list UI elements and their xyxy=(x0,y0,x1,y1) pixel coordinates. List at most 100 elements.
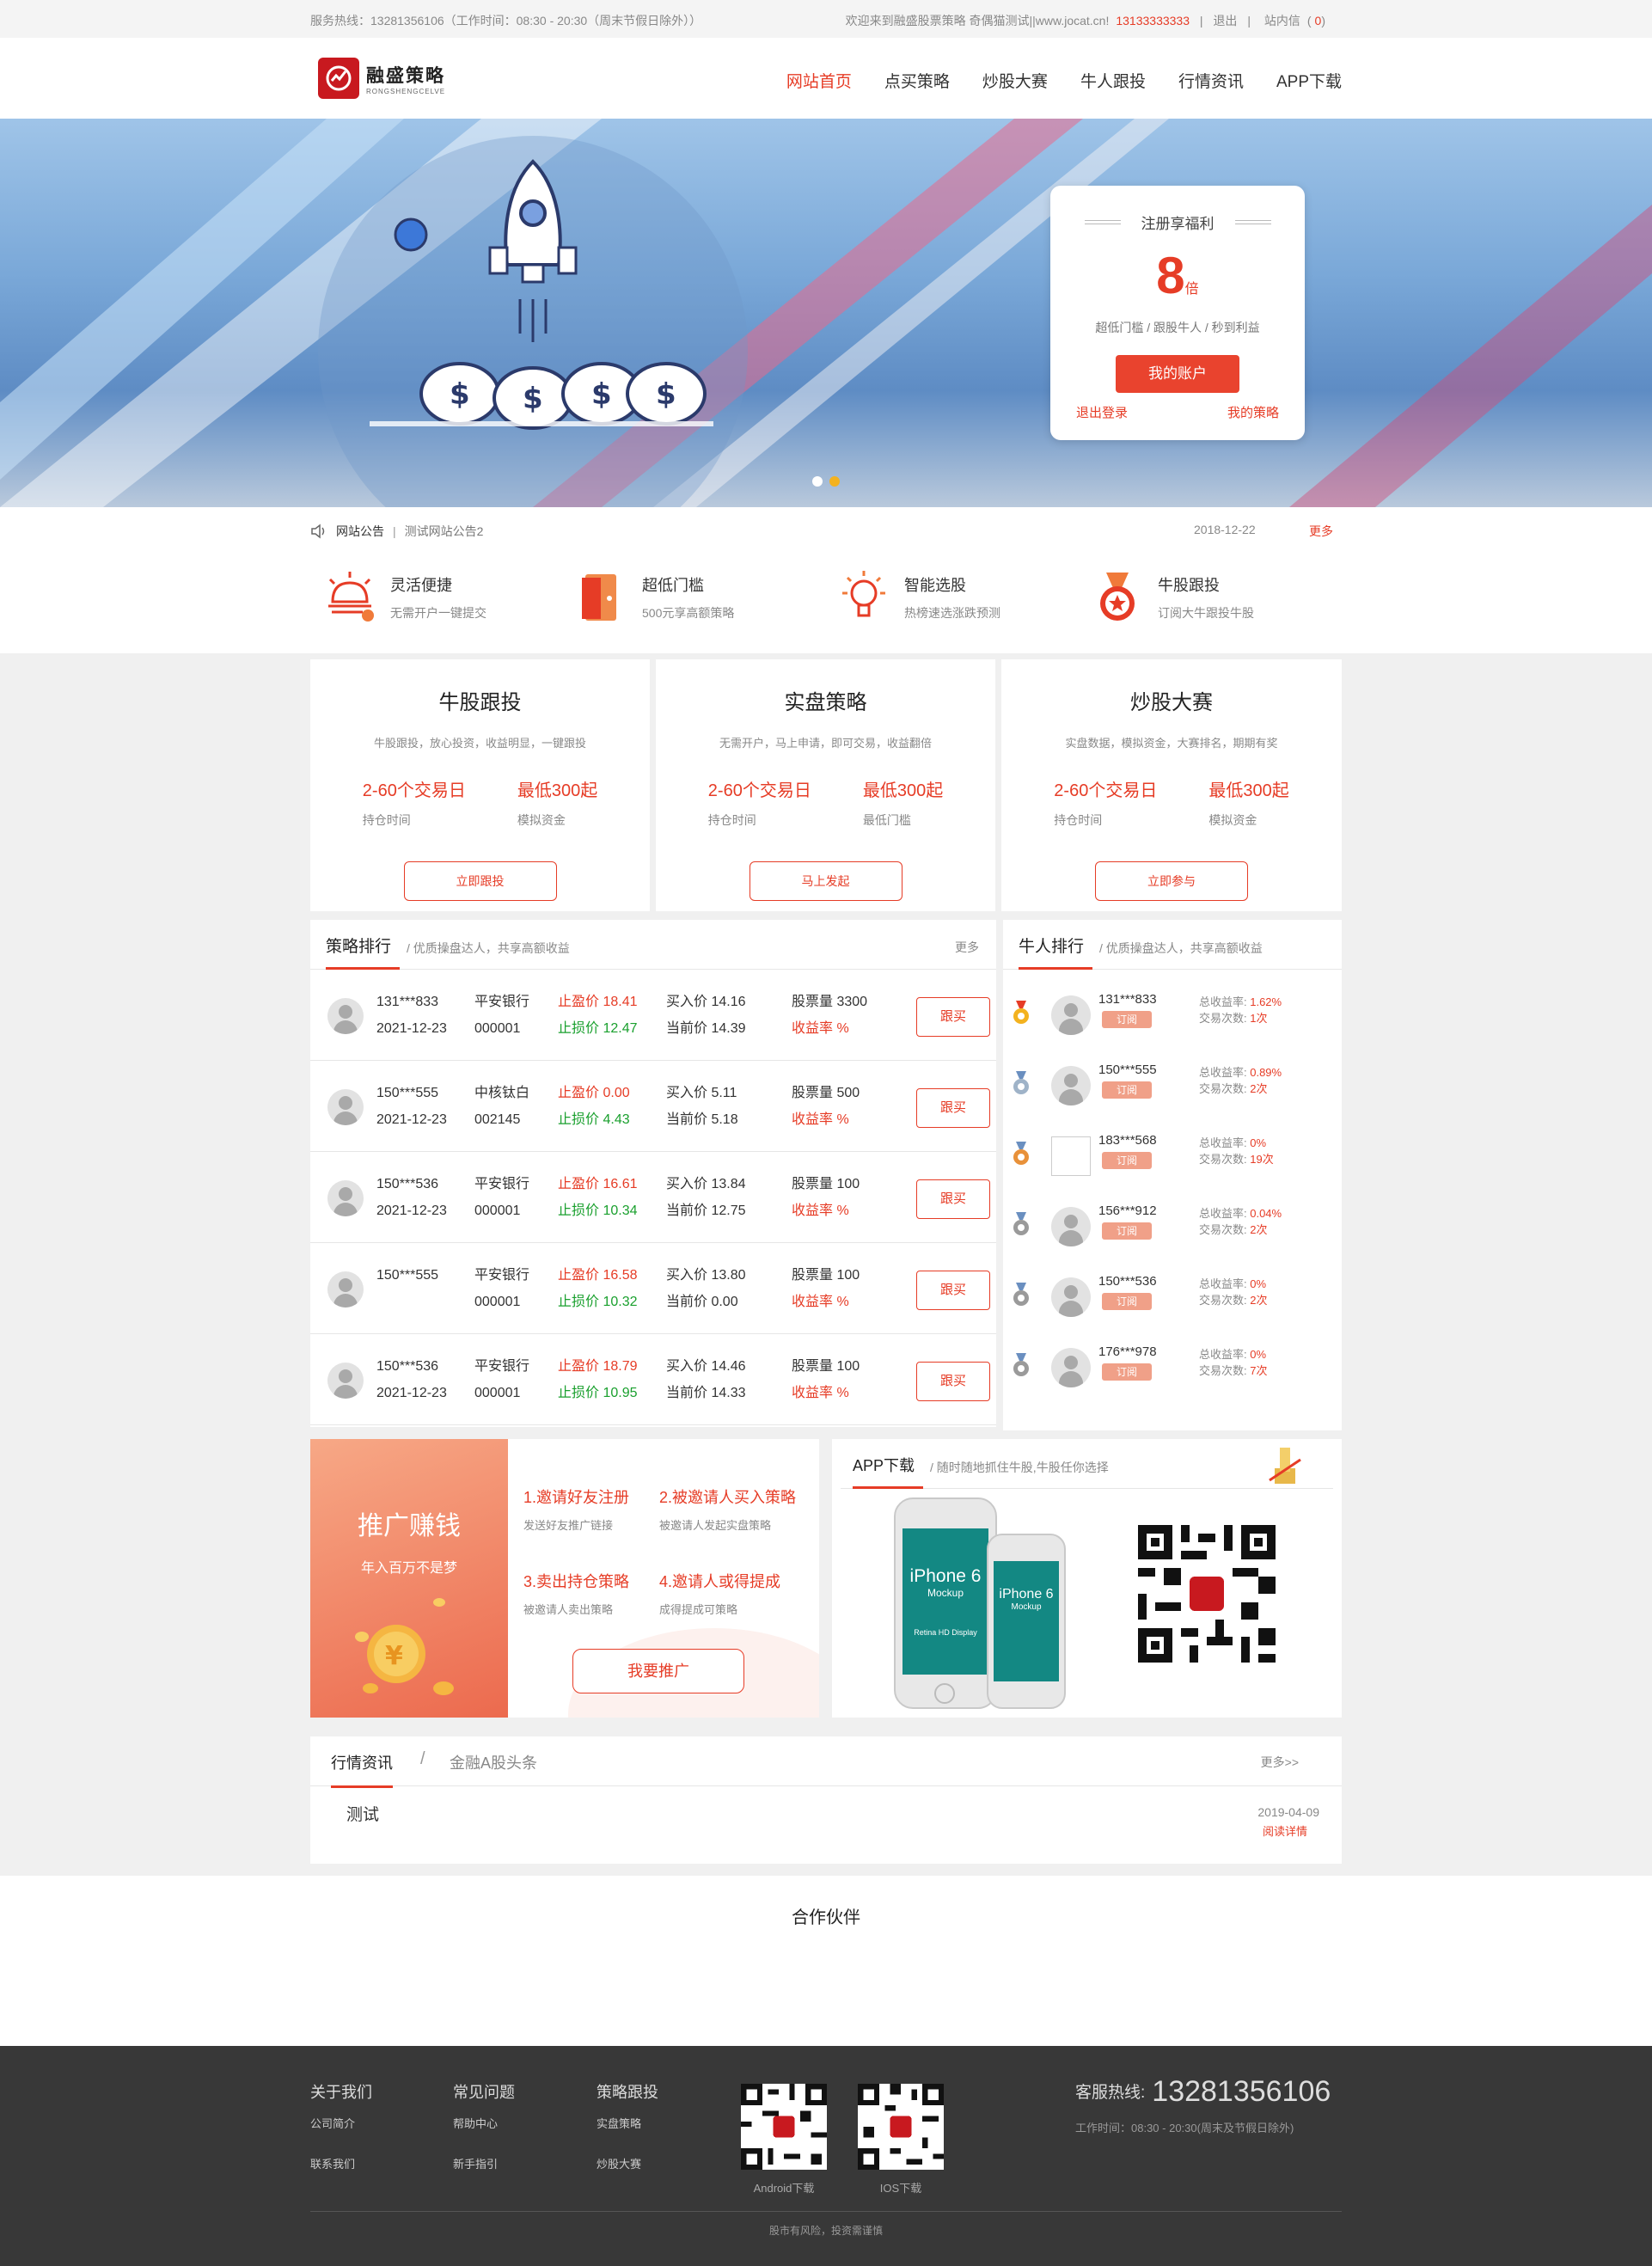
register-card: 注册享福利 8倍 超低门槛 / 跟股牛人 / 秒到利益 我的账户 退出登录 我的… xyxy=(1050,186,1305,440)
service-hotline-text: 服务热线：13281356106（工作时间：08:30 - 20:30（周末节假… xyxy=(310,14,702,28)
welcome-text: 欢迎来到融盛股票策略 奇偶猫测试||www.jocat.cn! xyxy=(845,14,1110,28)
start-now-button[interactable]: 马上发起 xyxy=(749,861,902,901)
take-profit-value: 0.00 xyxy=(603,1086,630,1100)
user-id: 183***568 xyxy=(1098,1133,1157,1148)
take-profit-label: 止盈价 xyxy=(558,1086,600,1100)
user-avatar xyxy=(327,1180,364,1216)
footer-link[interactable]: 实盘策略 xyxy=(597,2115,658,2131)
trade-count-value: 2次 xyxy=(1250,1223,1268,1236)
total-yield-label: 总收益率: xyxy=(1199,1277,1251,1290)
stop-loss-value: 10.34 xyxy=(603,1203,638,1218)
bull-row: 131***833 订阅 总收益率: 1.62% 交易次数: 1次 xyxy=(1003,977,1342,1047)
strategy-row: 150***536 2021-12-23 平安银行 000001 止盈价 16.61 止损… xyxy=(310,1152,996,1243)
phone-subtitle: Mockup xyxy=(927,1587,964,1599)
product-label: 模拟资金 xyxy=(1208,813,1257,827)
yield-rate: 收益率 % xyxy=(792,1203,849,1218)
subscribe-button[interactable]: 订阅 xyxy=(1102,1081,1152,1099)
nav-app[interactable]: APP下载 xyxy=(1276,69,1342,92)
ios-qr[interactable]: IOS下载 xyxy=(858,2084,944,2196)
carousel-dot[interactable] xyxy=(812,476,823,487)
subscribe-button[interactable]: 订阅 xyxy=(1102,1363,1152,1381)
user-bar: 欢迎来到融盛股票策略 奇偶猫测试||www.jocat.cn! 131333333… xyxy=(842,12,1329,29)
follow-buy-button[interactable]: 跟买 xyxy=(916,1362,990,1401)
separator: | xyxy=(393,524,396,538)
join-now-button[interactable]: 立即参与 xyxy=(1095,861,1248,901)
take-profit-label: 止盈价 xyxy=(558,1268,600,1283)
stock-name: 平安银行 xyxy=(474,1359,530,1374)
user-avatar xyxy=(1051,1066,1091,1105)
strategy-row: 131***833 2021-12-23 平安银行 000001 止盈价 18.41 止损… xyxy=(310,970,996,1061)
product-value: 2-60个交易日 xyxy=(1054,781,1158,800)
user-avatar xyxy=(1051,1348,1091,1387)
feature-low-threshold: 超低门槛 500元享高额策略 xyxy=(572,567,734,628)
user-phone-link[interactable]: 13133333333 xyxy=(1116,14,1190,28)
feature-flexible: 灵活便捷 无需开户一键提交 xyxy=(320,567,486,628)
follow-buy-button[interactable]: 跟买 xyxy=(916,1179,990,1219)
nav-follow[interactable]: 牛人跟投 xyxy=(1080,69,1146,92)
gold-trophy-icon xyxy=(1269,1448,1301,1484)
footer-link[interactable]: 新手指引 xyxy=(453,2155,515,2171)
stock-code: 000001 xyxy=(474,1386,521,1400)
strategy-more-link[interactable]: 更多 xyxy=(955,939,979,956)
subscribe-button[interactable]: 订阅 xyxy=(1102,1222,1152,1240)
svg-text:$: $ xyxy=(450,377,470,412)
stop-loss-value: 10.95 xyxy=(603,1386,638,1400)
tab-a-share-headlines[interactable]: 金融A股头条 xyxy=(450,1751,537,1773)
tab-market-news[interactable]: 行情资讯 xyxy=(331,1751,393,1788)
follow-buy-button[interactable]: 跟买 xyxy=(916,1271,990,1310)
news-item-title[interactable]: 测试 xyxy=(346,1802,379,1825)
hotline-label: 客服热线: xyxy=(1075,2084,1146,2102)
follow-now-button[interactable]: 立即跟投 xyxy=(403,861,557,901)
register-card-desc: 超低门槛 / 跟股牛人 / 秒到利益 xyxy=(1095,321,1260,334)
promote-button[interactable]: 我要推广 xyxy=(572,1649,744,1693)
user-id: 150***536 xyxy=(376,1359,439,1374)
total-yield-label: 总收益率: xyxy=(1199,995,1251,1008)
nav-news[interactable]: 行情资讯 xyxy=(1178,69,1244,92)
announcement-message[interactable]: 测试网站公告2 xyxy=(405,523,484,540)
my-account-button[interactable]: 我的账户 xyxy=(1116,355,1239,393)
footer-link[interactable]: 帮助中心 xyxy=(453,2115,515,2131)
inbox-link[interactable]: 站内信(0) xyxy=(1261,14,1325,28)
footer-link[interactable]: 联系我们 xyxy=(310,2155,372,2171)
nav-contest[interactable]: 炒股大赛 xyxy=(982,69,1048,92)
trade-count-value: 7次 xyxy=(1250,1364,1268,1377)
stop-loss-label: 止损价 xyxy=(558,1021,600,1036)
footer-link[interactable]: 炒股大赛 xyxy=(597,2155,658,2171)
promo-step-title: 4.邀请人或得提成 xyxy=(659,1573,781,1590)
android-qr[interactable]: Android下载 xyxy=(741,2084,827,2196)
trade-count-label: 交易次数: xyxy=(1199,1294,1251,1307)
separator: | xyxy=(1199,14,1203,28)
strategy-row: 150***555 2021-12-23 中核钛白 002145 止盈价 0.00 止损价… xyxy=(310,1061,996,1152)
logout-link[interactable]: 退出 xyxy=(1213,14,1237,28)
follow-buy-button[interactable]: 跟买 xyxy=(916,1088,990,1128)
nav-buy-strategy[interactable]: 点买策略 xyxy=(884,69,950,92)
my-strategy-link[interactable]: 我的策略 xyxy=(1227,403,1279,421)
nav-home[interactable]: 网站首页 xyxy=(786,69,852,92)
news-read-more-link[interactable]: 阅读详情 xyxy=(1263,1822,1307,1839)
footer-link[interactable]: 公司简介 xyxy=(310,2115,372,2131)
take-profit-value: 16.58 xyxy=(603,1268,638,1283)
subscribe-button[interactable]: 订阅 xyxy=(1102,1011,1152,1028)
site-logo[interactable]: 融盛策略 RONGSHENGCELVE xyxy=(318,58,445,99)
svg-text:$: $ xyxy=(591,377,612,412)
bull-ranking-panel: 牛人排行 / 优质操盘达人，共享高额收益 131***833 订阅 总收益率: 1.… xyxy=(1003,920,1342,1430)
product-label: 最低门槛 xyxy=(862,813,911,827)
logout-link[interactable]: 退出登录 xyxy=(1076,403,1128,421)
news-panel: 行情资讯 / 金融A股头条 更多>> 测试 2019-04-09 阅读详情 xyxy=(310,1736,1342,1864)
total-yield-label: 总收益率: xyxy=(1199,1136,1251,1149)
news-more-link[interactable]: 更多>> xyxy=(1261,1754,1299,1771)
yield-rate: 收益率 % xyxy=(792,1112,849,1127)
home-button-icon xyxy=(934,1683,955,1704)
logo-mark-icon xyxy=(318,58,359,99)
follow-buy-button[interactable]: 跟买 xyxy=(916,997,990,1037)
trade-count-value: 2次 xyxy=(1250,1294,1268,1307)
carousel-dot-active[interactable] xyxy=(829,476,840,487)
subscribe-button[interactable]: 订阅 xyxy=(1102,1152,1152,1169)
subscribe-button[interactable]: 订阅 xyxy=(1102,1293,1152,1310)
promotion-subtitle: 年入百万不是梦 xyxy=(360,1561,457,1576)
site-header: 融盛策略 RONGSHENGCELVE 网站首页 点买策略 炒股大赛 牛人跟投 … xyxy=(0,38,1652,119)
trade-count-label: 交易次数: xyxy=(1199,1082,1251,1095)
partners-title: 合作伙伴 xyxy=(792,1908,860,1927)
announcement-more-link[interactable]: 更多 xyxy=(1309,523,1333,540)
buy-price: 买入价 13.80 xyxy=(666,1268,746,1283)
